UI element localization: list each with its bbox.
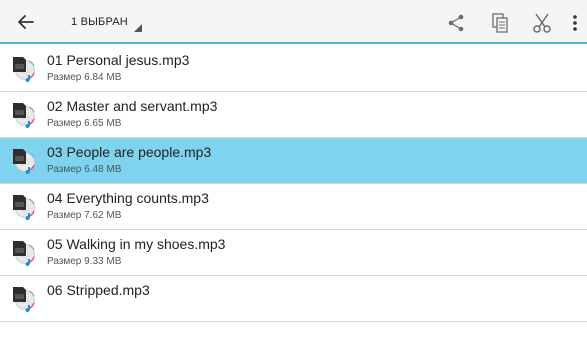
file-row[interactable]: 01 Personal jesus.mp3 Размер 6.84 MB	[0, 46, 587, 92]
audio-file-icon	[10, 284, 38, 312]
file-row[interactable]: 04 Everything counts.mp3 Размер 7.62 MB	[0, 184, 587, 230]
file-name: 05 Walking in my shoes.mp3	[47, 236, 226, 252]
more-options-button[interactable]	[566, 10, 584, 36]
file-list[interactable]: 01 Personal jesus.mp3 Размер 6.84 MB 02 Ma…	[0, 46, 587, 348]
dropdown-triangle-icon	[133, 24, 142, 32]
file-size: Размер 6.65 MB	[47, 118, 122, 129]
share-icon	[448, 14, 464, 32]
copy-button[interactable]	[487, 10, 513, 36]
scissors-icon	[533, 13, 551, 33]
file-row[interactable]: 02 Master and servant.mp3 Размер 6.65 MB	[0, 92, 587, 138]
audio-file-icon	[10, 238, 38, 266]
file-row[interactable]: 05 Walking in my shoes.mp3 Размер 9.33 MB	[0, 230, 587, 276]
selection-count-label: 1 ВЫБРАН	[71, 16, 128, 28]
cut-button[interactable]	[529, 10, 555, 36]
selection-count-dropdown[interactable]: 1 ВЫБРАН	[71, 12, 142, 36]
action-bar: 1 ВЫБРАН	[0, 0, 587, 44]
audio-file-icon	[10, 100, 38, 128]
file-size: Размер 6.48 MB	[47, 164, 122, 175]
audio-file-icon	[10, 146, 38, 174]
file-size: Размер 7.62 MB	[47, 210, 122, 221]
file-size: Размер 9.33 MB	[47, 256, 122, 267]
arrow-left-icon	[18, 15, 34, 29]
copy-icon	[492, 13, 508, 33]
share-button[interactable]	[443, 10, 469, 36]
file-name: 02 Master and servant.mp3	[47, 98, 218, 114]
file-name: 03 People are people.mp3	[47, 144, 212, 160]
file-row[interactable]: 06 Stripped.mp3	[0, 276, 587, 322]
audio-file-icon	[10, 192, 38, 220]
file-row[interactable]: 03 People are people.mp3 Размер 6.48 MB	[0, 138, 587, 184]
file-name: 06 Stripped.mp3	[47, 282, 150, 298]
more-vertical-icon	[573, 15, 577, 31]
file-size: Размер 6.84 MB	[47, 72, 122, 83]
file-name: 04 Everything counts.mp3	[47, 190, 209, 206]
file-name: 01 Personal jesus.mp3	[47, 52, 190, 68]
back-button[interactable]	[13, 10, 39, 34]
audio-file-icon	[10, 54, 38, 82]
